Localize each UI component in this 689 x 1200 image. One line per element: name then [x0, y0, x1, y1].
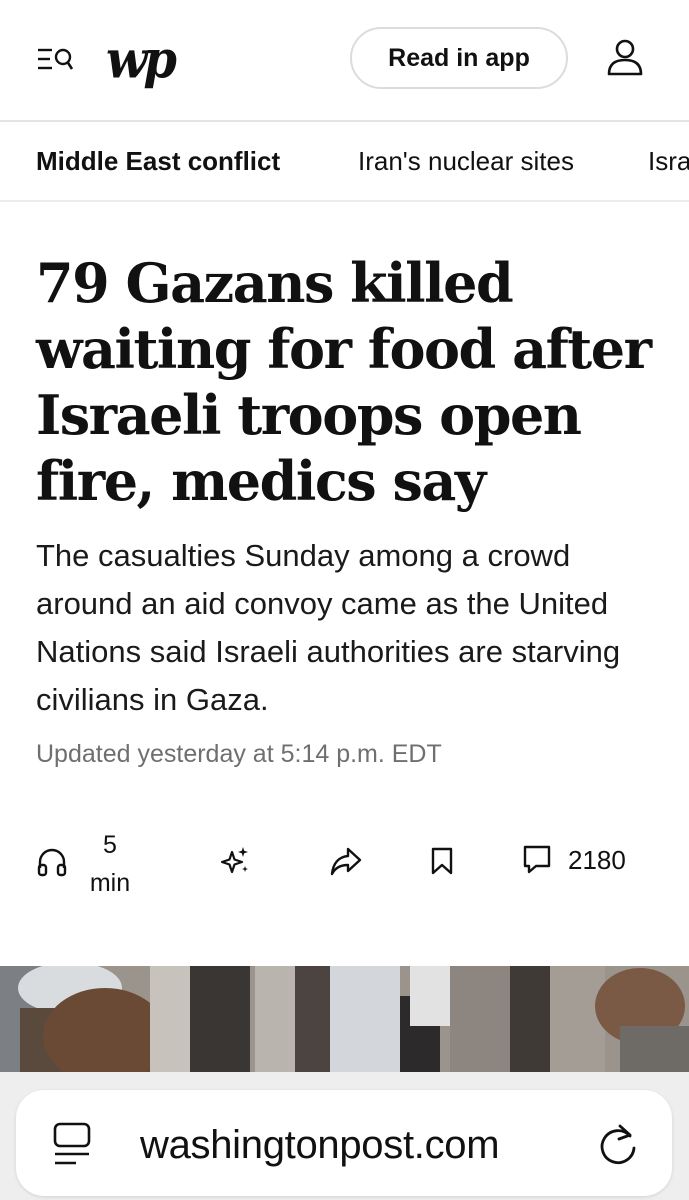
- article-dek: The casualties Sunday among a crowd arou…: [36, 538, 621, 717]
- sparkle-icon: [220, 847, 248, 874]
- comments-button[interactable]: 2180: [522, 844, 626, 876]
- article-timestamp: Updated yesterday at 5:14 p.m. EDT: [36, 740, 442, 768]
- article-action-bar: 5 min 2180: [0, 820, 689, 910]
- bookmark-button[interactable]: [430, 846, 454, 876]
- topic-israel[interactable]: Isra: [648, 146, 689, 176]
- comments-count: 2180: [568, 844, 626, 875]
- comment-icon: [523, 845, 551, 874]
- hero-photo: [0, 966, 689, 1086]
- menu-search-icon[interactable]: [36, 44, 76, 74]
- topic-iran-nuclear-sites[interactable]: Iran's nuclear sites: [358, 146, 574, 176]
- share-icon: [330, 847, 362, 876]
- bookmark-icon: [431, 847, 453, 875]
- ai-summary-button[interactable]: [218, 844, 252, 878]
- topic-nav: Middle East conflict Iran's nuclear site…: [0, 122, 689, 200]
- reload-icon[interactable]: [596, 1122, 640, 1168]
- read-in-app-button[interactable]: Read in app: [350, 27, 568, 89]
- listen-minutes: 5: [103, 831, 117, 859]
- user-icon[interactable]: [606, 38, 644, 78]
- reader-icon[interactable]: [52, 1120, 92, 1168]
- listen-duration[interactable]: 5 min: [86, 826, 134, 902]
- listen-unit: min: [89, 869, 131, 897]
- listen-button[interactable]: [36, 846, 68, 878]
- topic-nav-divider: [0, 200, 689, 202]
- article-hero-image[interactable]: [0, 966, 689, 1086]
- share-button[interactable]: [330, 846, 362, 876]
- url-text[interactable]: washingtonpost.com: [140, 1120, 500, 1170]
- topic-middle-east-conflict[interactable]: Middle East conflict: [36, 146, 280, 176]
- article-headline: 79 Gazans killed waiting for food after …: [36, 251, 652, 513]
- site-header: wp Read in app: [0, 0, 689, 120]
- headphones-icon: [37, 848, 67, 877]
- site-logo[interactable]: wp: [106, 25, 177, 95]
